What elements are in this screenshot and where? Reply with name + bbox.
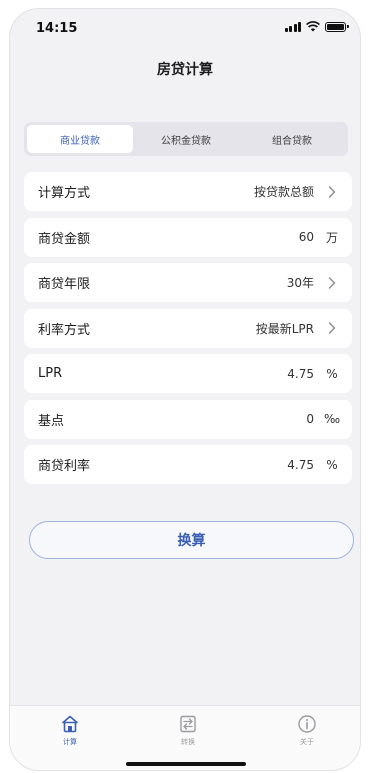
chevron-right-icon: [324, 275, 340, 291]
row-label: 商贷年限: [38, 277, 91, 292]
tab-label: 计算: [63, 738, 77, 746]
chevron-right-icon: [324, 184, 340, 200]
row-basis-points[interactable]: 基点 0 ‰: [24, 399, 352, 439]
row-unit: %: [326, 366, 338, 381]
tab-calculate[interactable]: 计算: [40, 714, 100, 747]
segment-provident-fund-loan[interactable]: 公积金贷款: [133, 125, 239, 153]
row-lpr[interactable]: LPR 4.75 %: [24, 354, 352, 393]
page-title: 房贷计算: [157, 62, 213, 78]
basis-points-input[interactable]: 0: [306, 412, 314, 426]
loan-amount-input[interactable]: 60: [299, 230, 314, 244]
row-rate-method[interactable]: 利率方式 按最新LPR: [24, 308, 352, 348]
row-label: 计算方式: [38, 186, 91, 201]
row-label: 商贷利率: [38, 459, 91, 474]
tab-bar: 计算 转换 关于: [10, 705, 360, 770]
form-rows: 计算方式 按贷款总额 商贷金额 60 万 商贷年限 30年 利率方式 按最新LP…: [24, 172, 352, 491]
row-commercial-rate[interactable]: 商贷利率 4.75 %: [24, 445, 352, 484]
status-bar: 14:15: [10, 9, 360, 47]
row-loan-term[interactable]: 商贷年限 30年: [24, 263, 352, 302]
convert-icon: [180, 715, 196, 733]
tab-label: 关于: [300, 738, 314, 746]
row-value: 按贷款总额: [253, 185, 314, 199]
tab-convert[interactable]: 转换: [158, 714, 218, 747]
row-label: 商贷金额: [38, 231, 91, 247]
row-unit: %: [326, 457, 338, 472]
chevron-right-icon: [324, 320, 340, 336]
tab-label: 转换: [181, 738, 195, 746]
convert-button[interactable]: 换算: [29, 521, 354, 559]
app-screen: 14:15 房贷计算 商业贷款 公积金贷款 组合贷款 计算方式 按贷款总额 商贷…: [9, 8, 361, 771]
house-icon: [61, 715, 79, 733]
row-label: LPR: [38, 366, 63, 381]
info-icon: [298, 715, 316, 733]
segment-combined-loan[interactable]: 组合贷款: [239, 125, 345, 153]
signal-icon: [284, 21, 301, 32]
row-loan-amount[interactable]: 商贷金额 60 万: [24, 217, 352, 257]
row-label: 基点: [38, 413, 65, 429]
status-time: 14:15: [36, 21, 78, 36]
lpr-input[interactable]: 4.75: [287, 367, 314, 381]
home-indicator: [126, 762, 246, 766]
row-label: 利率方式: [38, 322, 91, 338]
row-calculation-method[interactable]: 计算方式 按贷款总额: [24, 172, 352, 211]
status-icons: [284, 21, 349, 32]
commercial-rate-input[interactable]: 4.75: [287, 458, 314, 472]
battery-icon: [325, 21, 349, 32]
segment-commercial-loan[interactable]: 商业贷款: [27, 125, 133, 153]
row-unit: ‰: [324, 412, 341, 426]
row-unit: 万: [325, 230, 338, 245]
loan-type-segmented-control: 商业贷款 公积金贷款 组合贷款: [24, 122, 348, 156]
row-value: 30年: [286, 276, 314, 290]
wifi-icon: [306, 21, 320, 32]
row-value: 按最新LPR: [255, 321, 314, 336]
tab-about[interactable]: 关于: [277, 714, 337, 747]
